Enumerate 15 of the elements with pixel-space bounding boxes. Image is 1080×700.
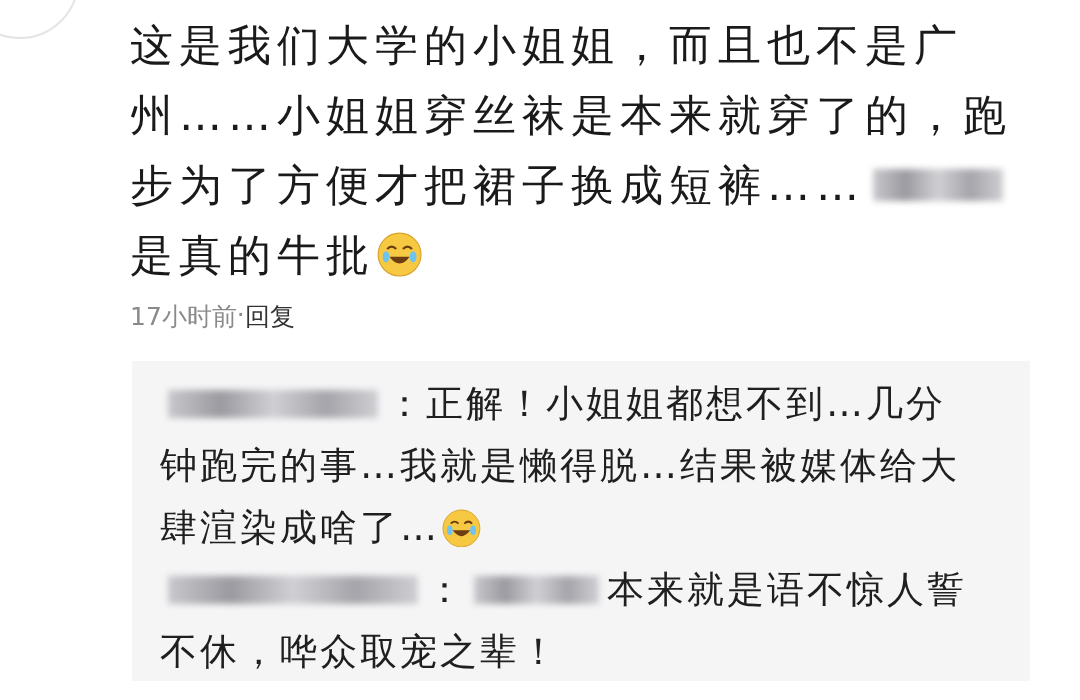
comment-text: ： [426,567,466,613]
separator-dot: · [236,300,245,331]
comment-text: 肆渲染成啥了… [160,505,440,551]
comment-text: 钟跑完的事…我就是懒得脱…结果被媒体给大 [160,443,960,489]
comment-text: 这是我们大学的小姐姐，而且也不是广 [130,19,963,72]
comment-text: 不休，哗众取宠之辈！ [160,629,560,675]
comment-text: 步为了方便才把裙子换成短裤…… [130,159,865,212]
timestamp: 17小时前 [130,301,237,333]
reply-link[interactable]: 回复 [244,300,295,333]
comment-text: ：正解！小姐姐都想不到…几分 [386,381,946,427]
comment-text: 本来就是语不惊人誓 [607,567,967,613]
emoji-icon [442,508,481,548]
comment-text: 是真的牛批 [130,229,375,282]
emoji-icon [377,232,423,278]
comment-text: 州……小姐姐穿丝袜是本来就穿了的，跑 [130,89,1012,142]
